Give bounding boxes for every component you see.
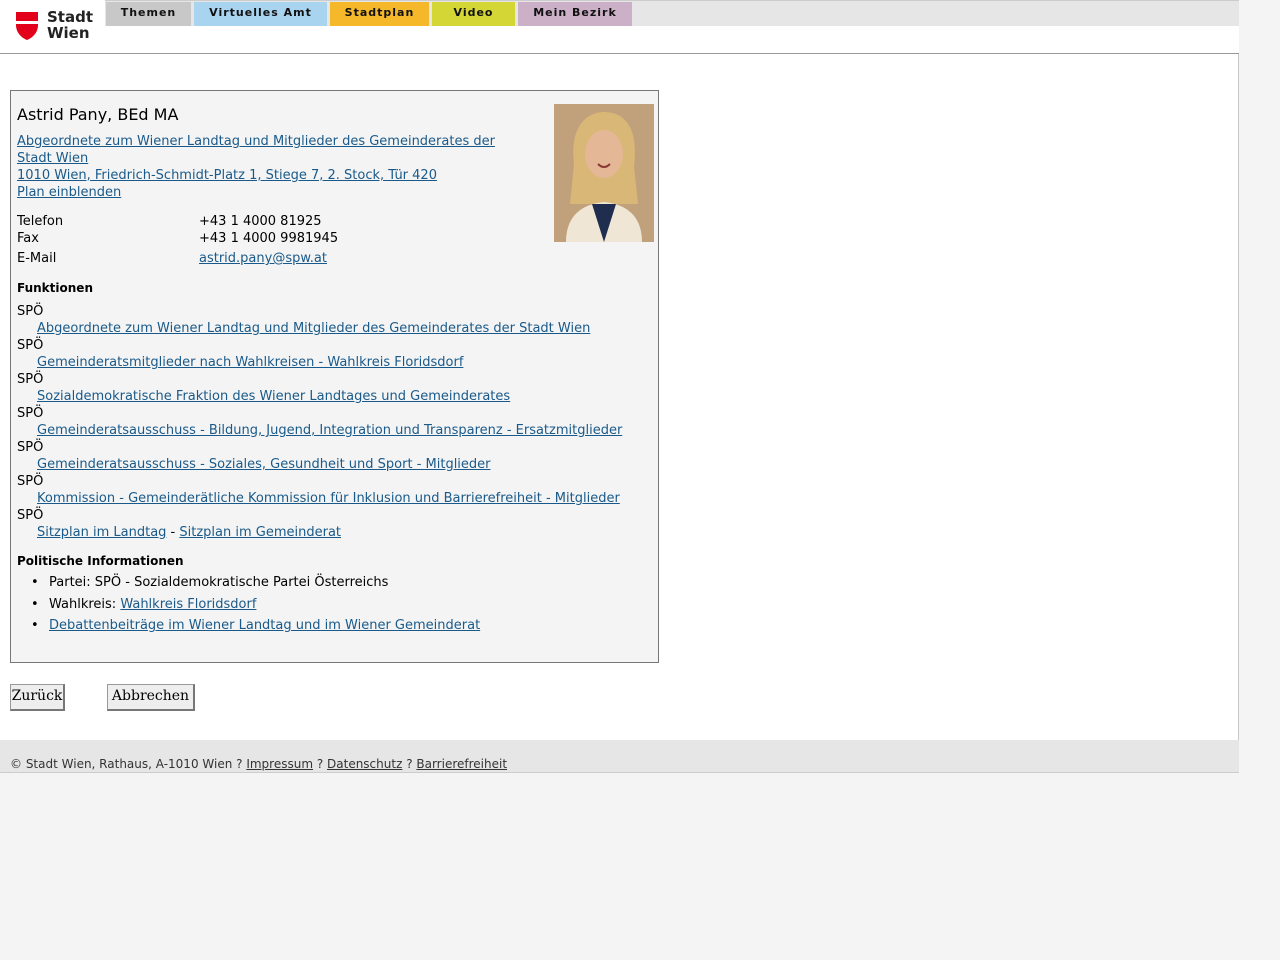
footer-line: © Stadt Wien, Rathaus, A-1010 Wien ? Imp…: [10, 757, 507, 771]
tab-virtuelles-amt[interactable]: Virtuelles Amt: [194, 2, 327, 26]
footer-separator: ?: [402, 757, 417, 771]
stadt-wien-logo[interactable]: Stadt Wien: [15, 10, 95, 42]
back-button[interactable]: Zurück: [10, 684, 65, 711]
function-link[interactable]: Gemeinderatsmitglieder nach Wahlkreisen …: [37, 355, 463, 370]
political-info-heading: Politische Informationen: [17, 554, 184, 568]
function-party: SPÖ: [17, 508, 44, 523]
person-name: Astrid Pany, BEd MA: [17, 105, 179, 124]
contact-row-email: E-Mail astrid.pany@spw.at: [17, 251, 327, 266]
seating-plan-links: Sitzplan im Landtag - Sitzplan im Gemein…: [37, 525, 341, 540]
function-link[interactable]: Abgeordnete zum Wiener Landtag und Mitgl…: [37, 321, 590, 336]
site-header: Stadt Wien Themen Virtuelles Amt Stadtpl…: [0, 0, 1239, 54]
debates-link[interactable]: Debattenbeiträge im Wiener Landtag und i…: [49, 618, 480, 633]
function-link[interactable]: Sozialdemokratische Fraktion des Wiener …: [37, 389, 510, 404]
fax-value: +43 1 4000 9981945: [199, 231, 339, 246]
function-party: SPÖ: [17, 474, 44, 489]
email-link[interactable]: astrid.pany@spw.at: [199, 251, 327, 266]
tab-mein-bezirk[interactable]: Mein Bezirk: [518, 2, 632, 26]
function-link[interactable]: Kommission - Gemeinderätliche Kommission…: [37, 491, 620, 506]
person-card: Astrid Pany, BEd MA Abgeordnete zum Wien…: [10, 90, 659, 663]
function-party: SPÖ: [17, 304, 44, 319]
copyright-text: © Stadt Wien, Rathaus, A-1010 Wien ?: [10, 757, 247, 771]
plan-einblenden-link[interactable]: Plan einblenden: [17, 185, 121, 200]
address-link[interactable]: 1010 Wien, Friedrich-Schmidt-Platz 1, St…: [17, 168, 437, 183]
phone-value: +43 1 4000 81925: [199, 214, 322, 229]
main-nav: Themen Virtuelles Amt Stadtplan Video Me…: [105, 0, 1239, 26]
party-text: Partei: SPÖ - Sozialdemokratische Partei…: [49, 575, 389, 590]
seat-separator: -: [166, 525, 180, 540]
bullet-icon: •: [31, 618, 39, 633]
bullet-icon: •: [31, 575, 39, 590]
district-label: Wahlkreis:: [49, 597, 121, 612]
logo-text: Stadt Wien: [47, 8, 94, 42]
bullet-icon: •: [31, 597, 39, 612]
function-party: SPÖ: [17, 372, 44, 387]
district-link[interactable]: Wahlkreis Floridsdorf: [120, 597, 256, 612]
datenschutz-link[interactable]: Datenschutz: [327, 757, 402, 771]
footer-separator: ?: [313, 757, 328, 771]
sitzplan-gemeinderat-link[interactable]: Sitzplan im Gemeinderat: [179, 525, 341, 540]
sitzplan-landtag-link[interactable]: Sitzplan im Landtag: [37, 525, 166, 540]
function-party: SPÖ: [17, 406, 44, 421]
organisation-link[interactable]: Abgeordnete zum Wiener Landtag und Mitgl…: [17, 134, 495, 166]
phone-label: Telefon: [17, 214, 64, 229]
fax-label: Fax: [17, 231, 39, 246]
site-footer: © Stadt Wien, Rathaus, A-1010 Wien ? Imp…: [0, 740, 1239, 773]
tab-video[interactable]: Video: [432, 2, 515, 26]
contact-row-fax: Fax +43 1 4000 9981945: [17, 231, 338, 246]
function-link[interactable]: Gemeinderatsausschuss - Soziales, Gesund…: [37, 457, 491, 472]
functions-heading: Funktionen: [17, 281, 93, 295]
impressum-link[interactable]: Impressum: [246, 757, 313, 771]
function-party: SPÖ: [17, 338, 44, 353]
barrierefreiheit-link[interactable]: Barrierefreiheit: [416, 757, 507, 771]
tab-stadtplan[interactable]: Stadtplan: [330, 2, 429, 26]
function-party: SPÖ: [17, 440, 44, 455]
district-item: Wahlkreis: Wahlkreis Floridsdorf: [49, 597, 256, 612]
contact-row-phone: Telefon +43 1 4000 81925: [17, 214, 322, 229]
cancel-button[interactable]: Abbrechen: [107, 684, 195, 711]
wien-shield-icon: [16, 12, 38, 40]
function-link[interactable]: Gemeinderatsausschuss - Bildung, Jugend,…: [37, 423, 622, 438]
person-photo: [554, 104, 654, 242]
tab-themen[interactable]: Themen: [106, 2, 191, 26]
email-label: E-Mail: [17, 251, 57, 266]
address-block: Abgeordnete zum Wiener Landtag und Mitgl…: [17, 133, 517, 201]
